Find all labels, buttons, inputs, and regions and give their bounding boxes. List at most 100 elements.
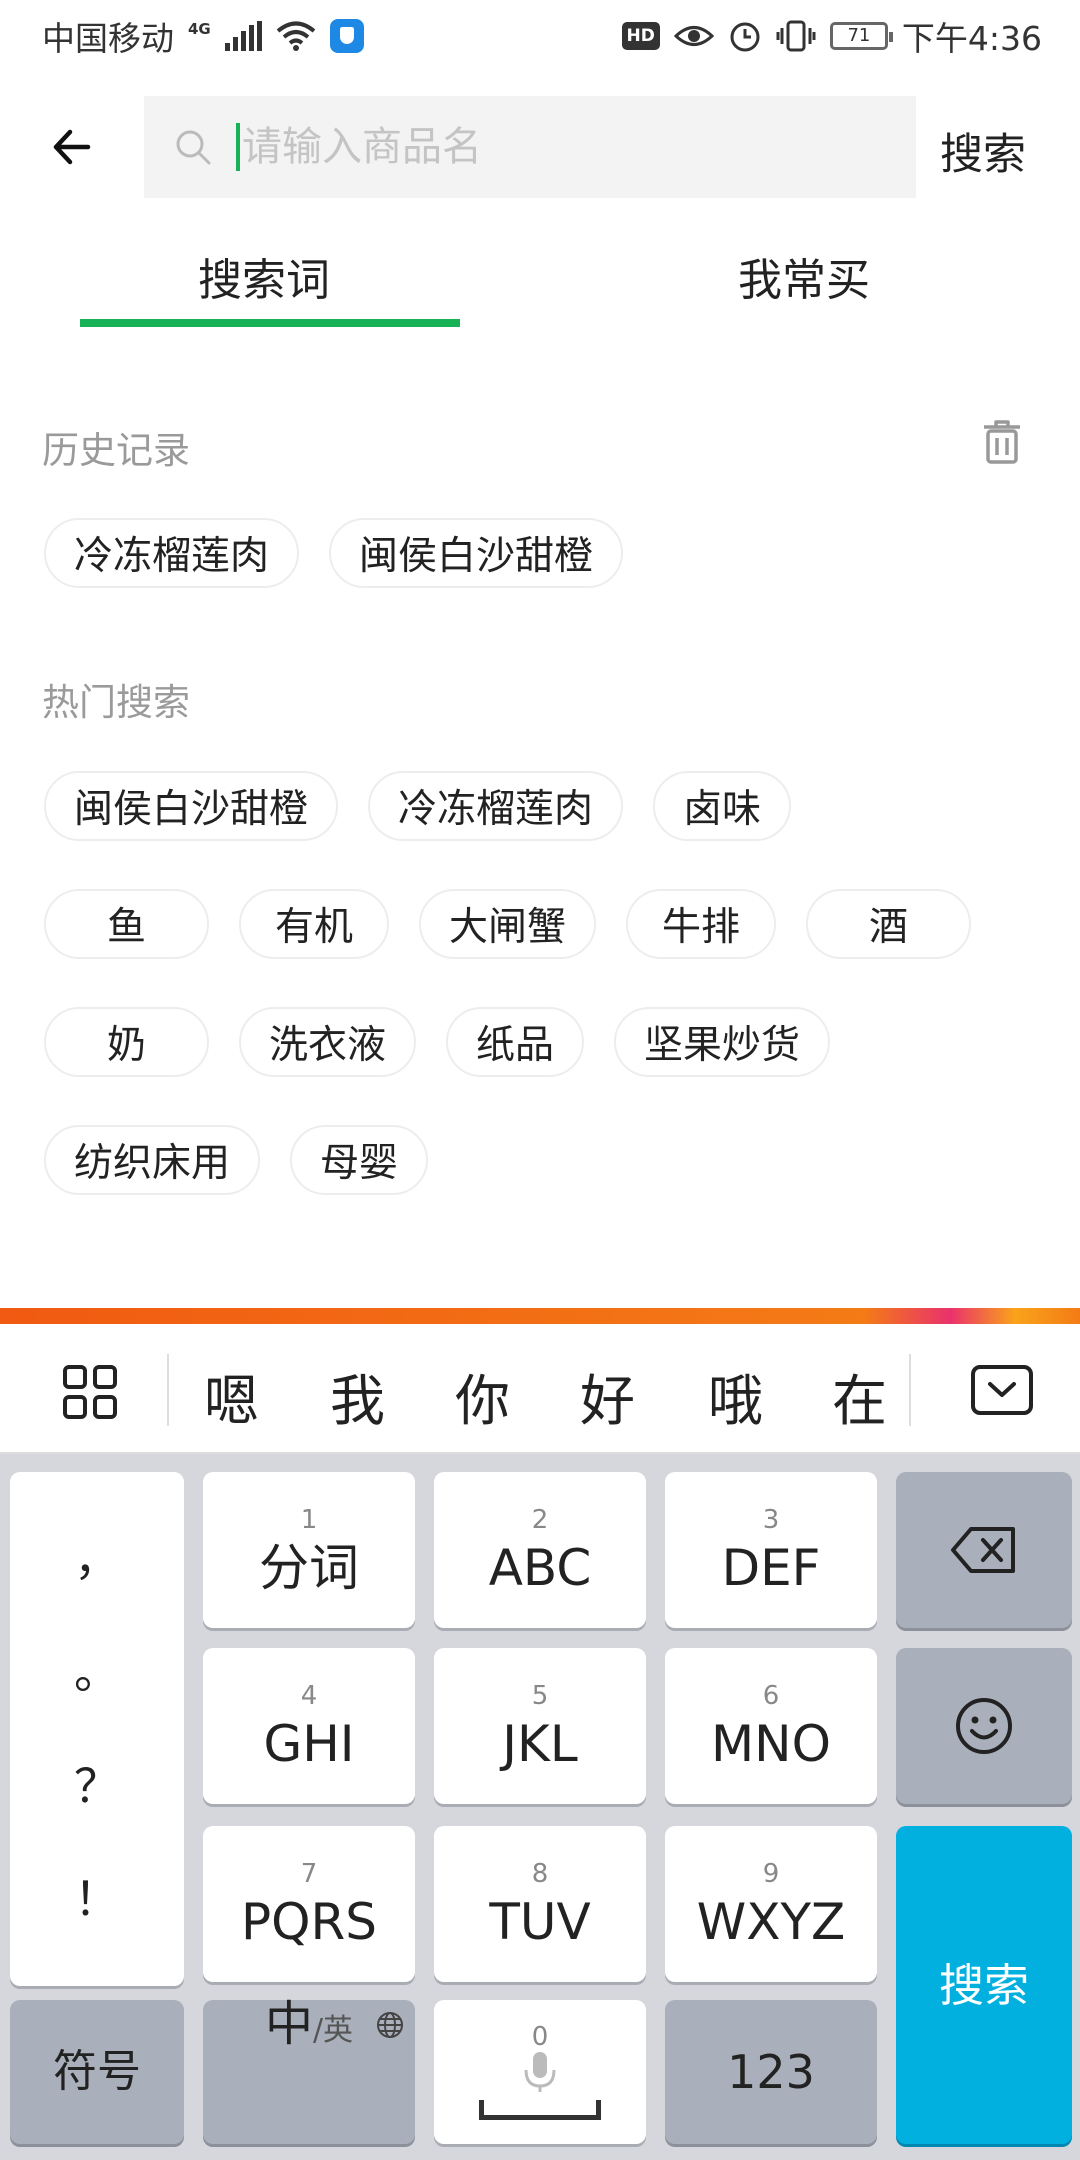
- keyboard-collapse-icon[interactable]: [970, 1364, 1034, 1416]
- hot-search-chip[interactable]: 牛排: [626, 889, 777, 959]
- carrier-label: 中国移动: [42, 19, 174, 58]
- history-chip[interactable]: 冷冻榴莲肉: [44, 518, 300, 588]
- punct-question[interactable]: ？: [74, 1763, 120, 1809]
- hot-search-chip[interactable]: 洗衣液: [239, 1007, 417, 1077]
- signal-icon: [224, 21, 262, 51]
- grid-menu-icon[interactable]: [62, 1364, 118, 1420]
- candidate-word[interactable]: 你: [455, 1356, 510, 1436]
- space-bar-icon: [479, 2100, 601, 2120]
- hot-search-chip[interactable]: 母婴: [290, 1125, 429, 1195]
- key-label: TUV: [489, 1893, 591, 1951]
- history-chip[interactable]: 闽侯白沙甜橙: [329, 518, 624, 588]
- tab-search-terms[interactable]: 搜索词: [198, 244, 330, 308]
- key-6[interactable]: 6 MNO: [665, 1648, 877, 1804]
- hot-search-row: 纺织床用 母婴: [44, 1125, 1044, 1195]
- ime-keyboard: ， 。 ？ ！ 1 分词 2 ABC 3 DEF 4 GHI 5 JKL 6 MNO 7 PQ…: [0, 1454, 1080, 2160]
- key-label: 搜索: [938, 1958, 1029, 2012]
- language-switch-key[interactable]: 中/英: [203, 2000, 415, 2144]
- vibrate-icon: [776, 20, 816, 52]
- search-header: 搜索: [0, 96, 1080, 198]
- key-8[interactable]: 8 TUV: [434, 1826, 646, 1982]
- candidate-word[interactable]: 好: [580, 1356, 635, 1436]
- key-label: GHI: [263, 1715, 355, 1773]
- key-number: 3: [762, 1505, 780, 1535]
- hot-search-chip[interactable]: 闽侯白沙甜橙: [44, 771, 339, 841]
- candidate-word[interactable]: 嗯: [204, 1356, 259, 1436]
- search-icon: [176, 130, 211, 165]
- key-label: MNO: [711, 1715, 831, 1773]
- hot-search-chip[interactable]: 奶: [44, 1007, 209, 1077]
- key-number: 1: [300, 1505, 318, 1535]
- symbols-key[interactable]: 符号: [10, 2000, 184, 2144]
- backspace-icon: [951, 1527, 1015, 1573]
- hot-search-chip[interactable]: 冷冻榴莲肉: [368, 771, 624, 841]
- hot-search-chip[interactable]: 卤味: [653, 771, 792, 841]
- key-7[interactable]: 7 PQRS: [203, 1826, 415, 1982]
- key-label: 符号: [53, 2046, 141, 2097]
- hot-search-row: 奶 洗衣液 纸品 坚果炒货: [44, 1007, 1044, 1077]
- keyboard-theme-strip: [0, 1308, 1080, 1324]
- hot-search-chip[interactable]: 酒: [806, 889, 972, 959]
- key-9[interactable]: 9 WXYZ: [665, 1826, 877, 1982]
- hot-search-chip[interactable]: 坚果炒货: [614, 1007, 831, 1077]
- hot-search-chip[interactable]: 纸品: [446, 1007, 585, 1077]
- key-label: 123: [727, 2045, 815, 2099]
- key-label: 分词: [259, 1539, 359, 1597]
- clock: 下午4:36: [901, 19, 1042, 58]
- hot-search-chip[interactable]: 鱼: [44, 889, 209, 959]
- tab-frequently-bought[interactable]: 我常买: [738, 244, 870, 308]
- space-key[interactable]: 0: [434, 2000, 646, 2144]
- key-2[interactable]: 2 ABC: [434, 1472, 646, 1628]
- wifi-icon: [276, 21, 316, 51]
- key-label: 中: [264, 1996, 313, 2052]
- key-1[interactable]: 1 分词: [203, 1472, 415, 1628]
- active-tab-indicator: [80, 319, 460, 327]
- history-list: 冷冻榴莲肉 闽侯白沙甜橙: [44, 518, 1044, 636]
- punctuation-key[interactable]: ， 。 ？ ！: [10, 1472, 184, 1986]
- back-arrow-icon[interactable]: [48, 122, 98, 172]
- hot-search-chip[interactable]: 有机: [239, 889, 389, 959]
- candidate-word[interactable]: 我: [330, 1356, 385, 1436]
- status-bar: 中国移动 4G HD 71 下午4:36: [0, 0, 1080, 72]
- punct-comma[interactable]: ，: [74, 1536, 120, 1582]
- key-number: 7: [300, 1859, 318, 1889]
- battery-level: 71: [847, 25, 871, 46]
- hot-search-row: 鱼 有机 大闸蟹 牛排 酒: [44, 889, 1044, 959]
- hot-search-chip[interactable]: 大闸蟹: [419, 889, 597, 959]
- key-label: DEF: [721, 1539, 821, 1597]
- hd-icon: HD: [621, 22, 660, 50]
- number-key[interactable]: 123: [665, 2000, 877, 2144]
- candidate-word[interactable]: 哦: [708, 1356, 763, 1436]
- shield-icon: [329, 19, 364, 53]
- trash-icon[interactable]: [980, 418, 1024, 466]
- text-caret: [236, 123, 240, 171]
- candidate-bar: 嗯 我 你 好 哦 在: [0, 1324, 1080, 1454]
- key-number: 2: [531, 1505, 549, 1535]
- key-4[interactable]: 4 GHI: [203, 1648, 415, 1804]
- search-input[interactable]: [242, 124, 842, 170]
- network-type: 4G: [188, 20, 211, 38]
- search-button[interactable]: 搜索: [940, 120, 1026, 182]
- punct-exclaim[interactable]: ！: [74, 1876, 120, 1922]
- search-box[interactable]: [144, 96, 916, 198]
- key-5[interactable]: 5 JKL: [434, 1648, 646, 1804]
- key-label: ABC: [488, 1539, 592, 1597]
- candidate-word[interactable]: 在: [832, 1356, 887, 1436]
- hot-search-list: 闽侯白沙甜橙 冷冻榴莲肉 卤味 鱼 有机 大闸蟹 牛排 酒 奶 洗衣液 纸品 坚…: [44, 771, 1044, 1243]
- backspace-key[interactable]: [896, 1472, 1072, 1628]
- keyboard-search-key[interactable]: 搜索: [896, 1826, 1072, 2144]
- key-number: 0: [531, 2022, 549, 2052]
- hot-search-chip[interactable]: 纺织床用: [44, 1125, 261, 1195]
- alarm-icon: [730, 22, 760, 52]
- key-label: JKL: [502, 1715, 578, 1773]
- key-number: 8: [531, 1859, 549, 1889]
- key-number: 9: [762, 1859, 780, 1889]
- punct-period[interactable]: 。: [74, 1649, 120, 1695]
- microphone-icon: [524, 2052, 556, 2092]
- hot-search-title: 热门搜索: [42, 681, 190, 724]
- key-3[interactable]: 3 DEF: [665, 1472, 877, 1628]
- emoji-key[interactable]: [896, 1648, 1072, 1804]
- globe-icon: [377, 2012, 403, 2038]
- key-number: 6: [762, 1681, 780, 1711]
- key-sublabel: /英: [312, 2013, 354, 2048]
